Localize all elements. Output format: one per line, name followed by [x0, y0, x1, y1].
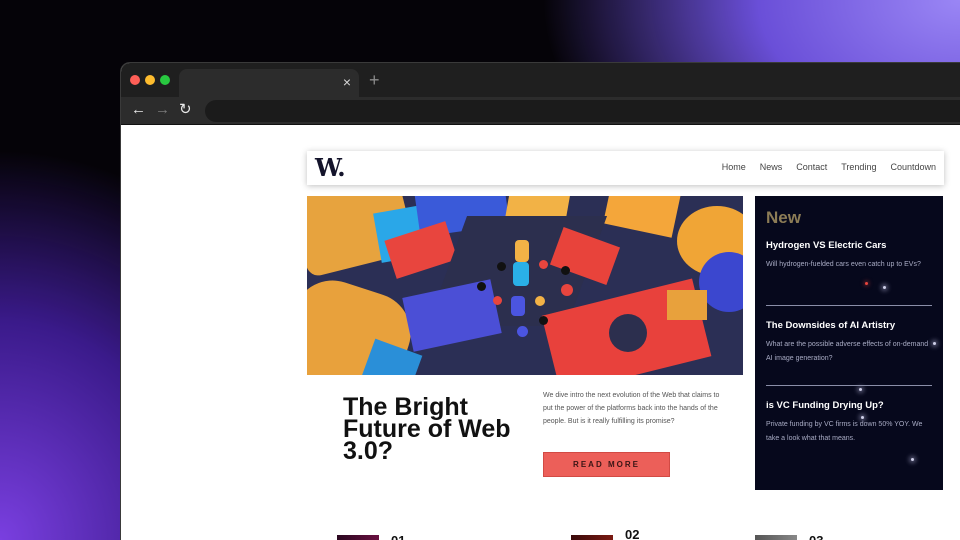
browser-window: × + ← → ↻ W. Home News Contact Trending … — [120, 62, 960, 540]
nav-home[interactable]: Home — [722, 162, 746, 172]
news-item-title[interactable]: Hydrogen VS Electric Cars — [766, 240, 932, 252]
news-item-desc: Private funding by VC firms is down 50% … — [766, 421, 923, 442]
news-item-desc: Will hydrogen-fuelded cars even catch up… — [766, 261, 921, 268]
trending-number: 01 — [391, 533, 405, 540]
reload-icon[interactable]: ↻ — [179, 101, 192, 119]
close-window-button[interactable] — [130, 75, 140, 85]
trending-number: 02 — [625, 527, 640, 540]
browser-toolbar: ← → ↻ — [121, 97, 960, 125]
news-item[interactable]: The Downsides of AI Artistry What are th… — [766, 320, 932, 366]
article-title[interactable]: The Bright Future of Web 3.0? — [343, 395, 523, 464]
news-divider — [766, 305, 932, 306]
address-bar[interactable] — [205, 100, 960, 122]
tab-close-icon[interactable]: × — [343, 74, 351, 90]
read-more-button[interactable]: READ MORE — [543, 452, 670, 477]
sparkle-decoration — [911, 458, 914, 461]
back-icon[interactable]: ← — [131, 101, 146, 119]
trending-thumbnail[interactable] — [571, 535, 613, 540]
trending-thumbnail[interactable] — [337, 535, 379, 540]
trending-thumbnail[interactable] — [755, 535, 797, 540]
site-nav: Home News Contact Trending Countdown — [722, 162, 936, 172]
news-item-title[interactable]: The Downsides of AI Artistry — [766, 320, 932, 332]
sparkle-decoration — [883, 286, 886, 289]
forward-icon[interactable]: → — [155, 101, 170, 119]
news-item[interactable]: is VC Funding Drying Up? Private funding… — [766, 400, 932, 446]
nav-trending[interactable]: Trending — [841, 162, 876, 172]
article-description: We dive intro the next evolution of the … — [543, 392, 720, 425]
news-heading: New — [766, 208, 801, 227]
new-tab-icon[interactable]: + — [369, 71, 380, 89]
site-logo[interactable]: W. — [315, 153, 346, 182]
news-sidebar: New Hydrogen VS Electric Cars Will hydro… — [755, 196, 943, 490]
news-divider — [766, 385, 932, 386]
browser-tab[interactable]: × — [179, 69, 359, 97]
sparkle-decoration — [859, 388, 862, 391]
web-page: W. Home News Contact Trending Countdown — [121, 125, 960, 540]
minimize-window-button[interactable] — [145, 75, 155, 85]
site-header: W. Home News Contact Trending Countdown — [307, 151, 944, 185]
news-item-title[interactable]: is VC Funding Drying Up? — [766, 400, 932, 412]
sparkle-decoration — [865, 282, 868, 285]
news-item-desc: What are the possible adverse effects of… — [766, 341, 929, 362]
featured-article: The Bright Future of Web 3.0? We dive in… — [307, 375, 743, 515]
trending-number: 03 — [809, 533, 823, 540]
nav-contact[interactable]: Contact — [796, 162, 827, 172]
nav-countdown[interactable]: Countdown — [890, 162, 936, 172]
maximize-window-button[interactable] — [160, 75, 170, 85]
nav-news[interactable]: News — [760, 162, 783, 172]
hero-image — [307, 196, 743, 375]
sparkle-decoration — [933, 342, 936, 345]
news-item[interactable]: Hydrogen VS Electric Cars Will hydrogen-… — [766, 240, 932, 272]
tab-bar: × + — [121, 63, 960, 97]
